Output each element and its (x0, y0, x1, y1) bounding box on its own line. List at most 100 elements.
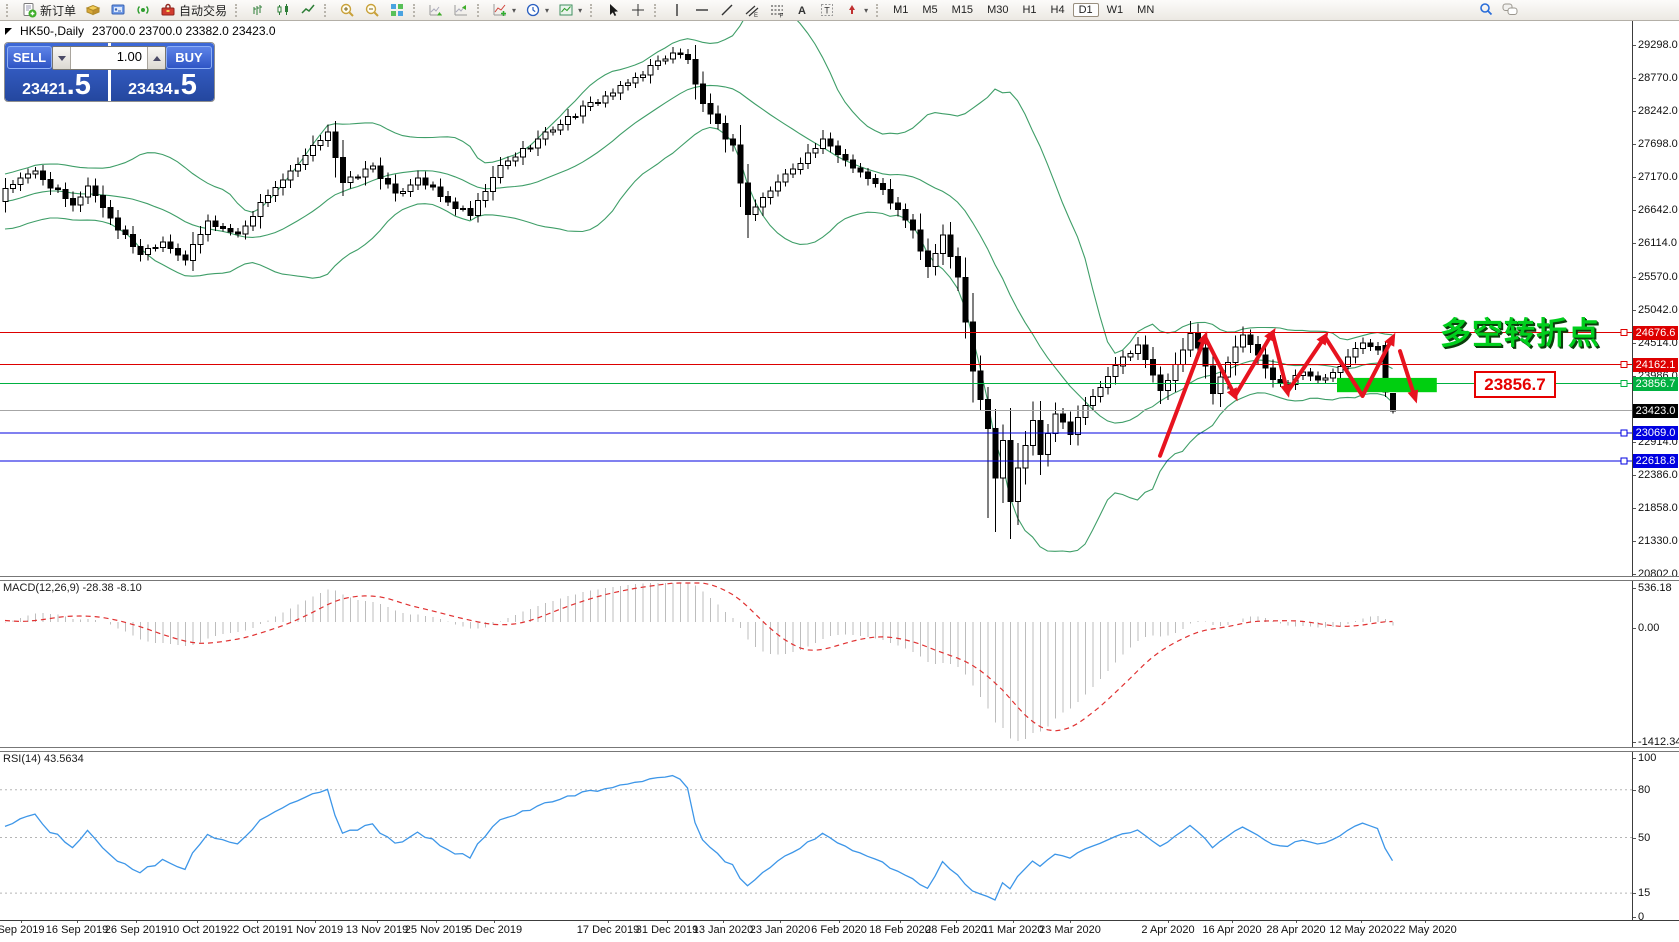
svg-text:T: T (824, 6, 830, 16)
arrow-down-icon (58, 56, 66, 61)
equidistant-channel-icon: E (744, 2, 760, 18)
rsi-axis-label: 50 (1638, 832, 1650, 844)
chart-shift-icon (453, 2, 469, 18)
text-icon: A (794, 2, 810, 18)
equidistant-channel-button[interactable]: E (740, 1, 764, 19)
price-tick-label: 27698.0 (1638, 138, 1678, 150)
horizontal-level-lines[interactable] (0, 330, 1632, 464)
pane-separator-macd[interactable] (0, 576, 1679, 581)
auto-scroll-button[interactable] (424, 1, 448, 19)
chevron-down-icon: ▾ (864, 6, 868, 15)
autotrading-button[interactable]: 自动交易 (156, 1, 231, 19)
cursor-button[interactable] (601, 1, 625, 19)
toolbar-grip[interactable] (413, 4, 419, 17)
chart-shift-button[interactable] (449, 1, 473, 19)
price-axis-line (1632, 20, 1633, 920)
price-tick-label: 28770.0 (1638, 72, 1678, 84)
toolbar-grip[interactable] (876, 4, 882, 17)
text-button[interactable]: A (790, 1, 814, 19)
svg-text:F: F (780, 14, 784, 19)
toolbar-grip[interactable] (324, 4, 330, 17)
turning-point-annotation[interactable]: 多空转折点 (1440, 308, 1600, 353)
market-watch-button[interactable] (81, 1, 105, 19)
price-tick-label: 22386.0 (1638, 469, 1678, 481)
zoom-in-button[interactable] (335, 1, 359, 19)
new-order-button[interactable]: 新订单 (17, 1, 80, 19)
search-icon[interactable] (1478, 1, 1494, 17)
horizontal-line-button[interactable] (690, 1, 714, 19)
timeframe-h4[interactable]: H4 (1045, 3, 1071, 17)
date-label: 23 Jan 2020 (750, 924, 811, 936)
buy-price-main: 23434 (128, 81, 173, 98)
volume-input[interactable]: 1.00 (71, 47, 147, 69)
toolbar-right-group (1478, 1, 1519, 17)
market-watch-icon (85, 2, 101, 18)
timeframe-m1[interactable]: M1 (887, 3, 914, 17)
periods-button[interactable]: ▾ (521, 1, 553, 19)
cursor-icon (605, 2, 621, 18)
timeframe-m30[interactable]: M30 (981, 3, 1014, 17)
line-chart-icon (300, 2, 316, 18)
zoom-in-icon (339, 2, 355, 18)
vertical-line-button[interactable] (665, 1, 689, 19)
timeframe-m15[interactable]: M15 (946, 3, 979, 17)
time-axis-line (0, 920, 1679, 921)
date-label: 23 Mar 2020 (1039, 924, 1101, 936)
toolbar-grip[interactable] (235, 4, 241, 17)
pane-separator-rsi[interactable] (0, 747, 1679, 752)
chart-header: HK50-,Daily 23700.0 23700.0 23382.0 2342… (5, 24, 276, 38)
zoom-out-button[interactable] (360, 1, 384, 19)
chart-canvas (0, 0, 1632, 942)
current-price-box: 23423.0 (1633, 404, 1678, 418)
volume-decrease-button[interactable] (53, 47, 71, 69)
macd-values: -28.38 -8.10 (82, 582, 141, 594)
price-tick-label: 25042.0 (1638, 304, 1678, 316)
arrow-up-icon (153, 56, 161, 61)
date-label: 26 Sep 2019 (105, 924, 167, 936)
sell-price-main: 23421 (22, 81, 67, 98)
chat-icon[interactable] (1501, 1, 1519, 17)
toolbar-grip[interactable] (590, 4, 596, 17)
price-tick-label: 25570.0 (1638, 271, 1678, 283)
bar-chart-button[interactable] (246, 1, 270, 19)
macd-histogram (6, 583, 1394, 741)
tile-windows-button[interactable] (385, 1, 409, 19)
trendline-icon (719, 2, 735, 18)
date-label: 13 Nov 2019 (346, 924, 408, 936)
toolbar-grip[interactable] (6, 4, 12, 17)
templates-button[interactable]: ▾ (554, 1, 586, 19)
price-callout-box[interactable]: 23856.7 (1474, 371, 1556, 398)
timeframe-m5[interactable]: M5 (916, 3, 943, 17)
arrow-objects-button[interactable]: ▾ (840, 1, 872, 19)
price-tick-label: 28242.0 (1638, 105, 1678, 117)
fibonacci-button[interactable]: F (765, 1, 789, 19)
highlight-rectangle[interactable] (1337, 378, 1437, 392)
navigator-button[interactable] (106, 1, 130, 19)
indicators-button[interactable]: ▾ (488, 1, 520, 19)
price-tick-label: 26114.0 (1638, 237, 1677, 249)
templates-icon (558, 2, 574, 18)
signals-button[interactable] (131, 1, 155, 19)
volume-increase-button[interactable] (147, 47, 165, 69)
sell-button[interactable]: SELL (7, 46, 52, 69)
buy-button[interactable]: BUY (166, 46, 212, 69)
timeframe-h1[interactable]: H1 (1016, 3, 1042, 17)
toolbar-grip[interactable] (477, 4, 483, 17)
candlestick-chart-button[interactable] (271, 1, 295, 19)
rsi-name: RSI(14) (3, 753, 41, 765)
buy-button-label: BUY (175, 50, 202, 65)
trendline-button[interactable] (715, 1, 739, 19)
toolbar-grip[interactable] (654, 4, 660, 17)
zigzag-annotation[interactable] (1160, 328, 1418, 456)
date-label: 18 Feb 2020 (869, 924, 931, 936)
timeframe-toolbar: M1M5M15M30H1H4D1W1MN (887, 3, 1160, 17)
crosshair-button[interactable] (626, 1, 650, 19)
text-label-button[interactable]: T (815, 1, 839, 19)
auto-scroll-icon (428, 2, 444, 18)
macd-label: MACD(12,26,9) -28.38 -8.10 (3, 582, 142, 594)
main-toolbar: 新订单 自动交易 ▾ ▾ ▾ E F A T ▾ M1M5M15M30H1H4D… (0, 0, 1679, 21)
timeframe-w1[interactable]: W1 (1101, 3, 1130, 17)
timeframe-d1[interactable]: D1 (1073, 3, 1099, 17)
line-chart-button[interactable] (296, 1, 320, 19)
timeframe-mn[interactable]: MN (1131, 3, 1160, 17)
